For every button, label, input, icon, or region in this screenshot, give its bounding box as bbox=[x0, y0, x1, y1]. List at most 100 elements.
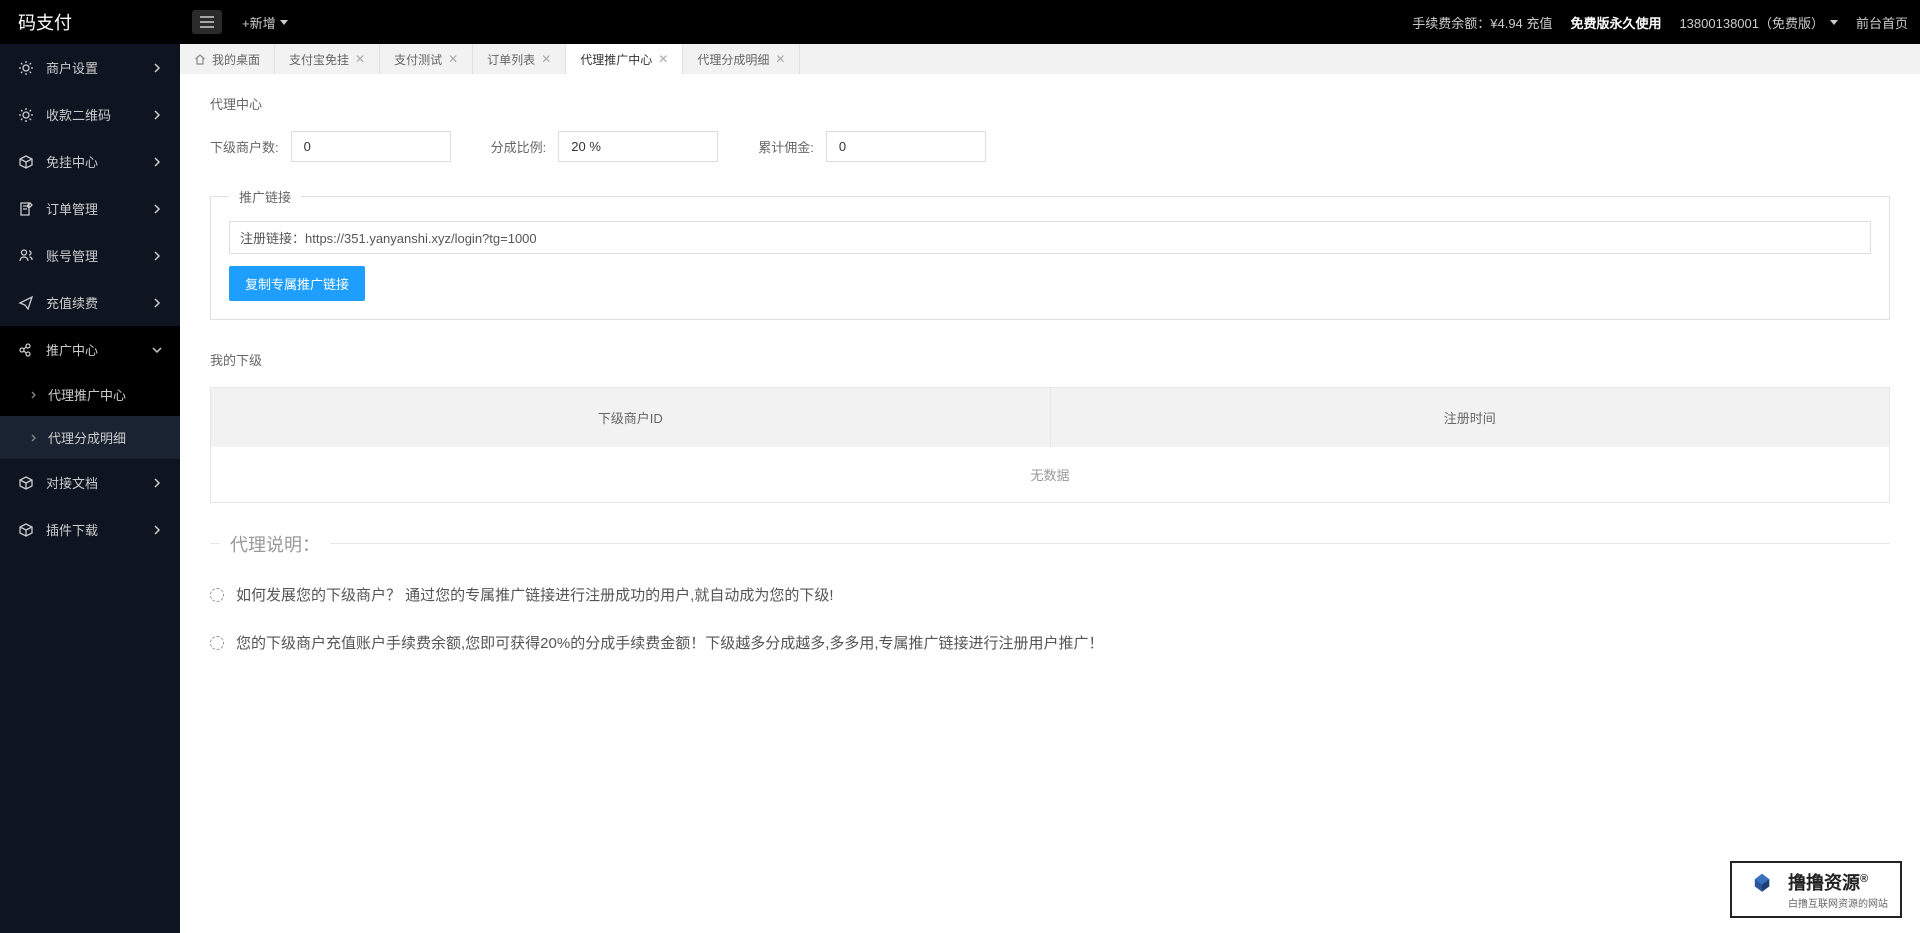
sidebar-item[interactable]: 收款二维码 bbox=[0, 91, 180, 138]
chevron-right-icon bbox=[30, 391, 38, 399]
sidebar-item-label: 推广中心 bbox=[46, 340, 98, 359]
main-area: +新增 手续费余额：¥4.94 充值 免费版永久使用 13800138001（免… bbox=[180, 0, 1920, 933]
sidebar-subitem-label: 代理分成明细 bbox=[48, 428, 126, 447]
recharge-link[interactable]: 充值 bbox=[1526, 16, 1552, 31]
sidebar-item[interactable]: 免挂中心 bbox=[0, 138, 180, 185]
tab[interactable]: 订单列表 ✕ bbox=[473, 44, 566, 74]
sidebar-item-label: 对接文档 bbox=[46, 473, 98, 492]
tab-bar: 我的桌面支付宝免挂✕支付测试✕订单列表✕代理推广中心✕代理分成明细✕ bbox=[180, 44, 1920, 74]
section-title-agent: 代理中心 bbox=[210, 94, 1890, 113]
cube-icon bbox=[18, 522, 34, 538]
home-icon bbox=[194, 53, 206, 65]
tab[interactable]: 代理分成明细 ✕ bbox=[683, 44, 800, 74]
promo-link-input[interactable] bbox=[229, 221, 1871, 254]
watermark: 撸撸资源® 白撸互联网资源的网站 bbox=[1730, 861, 1902, 918]
description-item: 如何发展您的下级商户？ 通过您的专属推广链接进行注册成功的用户,就自动成为您的下… bbox=[210, 572, 1890, 620]
tab[interactable]: 支付测试✕ bbox=[380, 44, 473, 74]
chevron-icon bbox=[152, 63, 162, 73]
chevron-icon bbox=[152, 204, 162, 214]
sidebar-item-label: 收款二维码 bbox=[46, 105, 111, 124]
caret-down-icon bbox=[1830, 20, 1838, 25]
app-logo: 码支付 bbox=[0, 0, 180, 44]
sidebar-item[interactable]: 对接文档 bbox=[0, 459, 180, 506]
description-list: 如何发展您的下级商户？ 通过您的专属推广链接进行注册成功的用户,就自动成为您的下… bbox=[210, 572, 1890, 668]
sidebar-item-label: 订单管理 bbox=[46, 199, 98, 218]
tab-close-icon[interactable]: ✕ bbox=[658, 52, 668, 66]
version-info: 免费版永久使用 bbox=[1570, 13, 1661, 32]
sidebar-item-label: 充值续费 bbox=[46, 293, 98, 312]
commission-input[interactable] bbox=[826, 131, 986, 162]
description-title: 代理说明： bbox=[220, 531, 330, 557]
bullet-icon bbox=[210, 636, 224, 650]
add-label: +新增 bbox=[242, 13, 276, 32]
ratio-label: 分成比例: bbox=[491, 137, 547, 156]
tab-label: 代理分成明细 bbox=[697, 51, 769, 68]
user-phone: 13800138001（免费版） bbox=[1679, 13, 1824, 32]
sidebar-item-label: 免挂中心 bbox=[46, 152, 98, 171]
share-icon bbox=[18, 342, 34, 358]
chevron-icon bbox=[152, 251, 162, 261]
cube-icon bbox=[18, 475, 34, 491]
bullet-icon bbox=[210, 588, 224, 602]
content-area: 代理中心 下级商户数: 分成比例: 累计佣金: 推广链接 复制专属推广链接 bbox=[180, 74, 1920, 933]
sidebar: 码支付 商户设置收款二维码免挂中心订单管理账号管理充值续费推广中心代理推广中心代… bbox=[0, 0, 180, 933]
sidebar-item-label: 账号管理 bbox=[46, 246, 98, 265]
chevron-icon bbox=[152, 110, 162, 120]
frontend-link[interactable]: 前台首页 bbox=[1856, 13, 1908, 32]
sidebar-subitem-label: 代理推广中心 bbox=[48, 385, 126, 404]
tab-label: 我的桌面 bbox=[212, 51, 260, 68]
tab[interactable]: 支付宝免挂 ✕ bbox=[275, 44, 380, 74]
sidebar-item[interactable]: 商户设置 bbox=[0, 44, 180, 91]
merchant-count-input[interactable] bbox=[291, 131, 451, 162]
chevron-icon bbox=[152, 157, 162, 167]
cube-icon bbox=[18, 154, 34, 170]
sidebar-item[interactable]: 订单管理 bbox=[0, 185, 180, 232]
tab-label: 订单列表 bbox=[487, 51, 535, 68]
menu-toggle-button[interactable] bbox=[192, 10, 222, 34]
description-text: 您的下级商户充值账户手续费余额,您即可获得20%的分成手续费金额！下级越多分成越… bbox=[236, 632, 1104, 656]
table-header-time: 注册时间 bbox=[1051, 388, 1890, 447]
table-header-id: 下级商户ID bbox=[211, 388, 1051, 447]
tab-close-icon[interactable]: ✕ bbox=[775, 52, 785, 66]
sidebar-item[interactable]: 推广中心 bbox=[0, 326, 180, 373]
sidebar-item[interactable]: 插件下载 bbox=[0, 506, 180, 553]
tab-label: 支付宝免挂 bbox=[289, 51, 349, 68]
sidebar-item[interactable]: 账号管理 bbox=[0, 232, 180, 279]
sidebar-menu: 商户设置收款二维码免挂中心订单管理账号管理充值续费推广中心代理推广中心代理分成明… bbox=[0, 44, 180, 933]
merchant-count-label: 下级商户数: bbox=[210, 137, 279, 156]
subordinates-table: 下级商户ID 注册时间 无数据 bbox=[210, 387, 1890, 503]
section-title-subordinates: 我的下级 bbox=[210, 350, 1890, 369]
watermark-logo-icon bbox=[1744, 872, 1780, 908]
user-dropdown[interactable]: 13800138001（免费版） bbox=[1679, 13, 1838, 32]
tab-close-icon[interactable]: ✕ bbox=[355, 52, 365, 66]
caret-down-icon bbox=[280, 20, 288, 25]
description-item: 您的下级商户充值账户手续费余额,您即可获得20%的分成手续费金额！下级越多分成越… bbox=[210, 620, 1890, 668]
copy-link-button[interactable]: 复制专属推广链接 bbox=[229, 266, 365, 301]
description-section: 代理说明： 如何发展您的下级商户？ 通过您的专属推广链接进行注册成功的用户,就自… bbox=[210, 543, 1890, 668]
hamburger-icon bbox=[200, 16, 214, 28]
add-new-button[interactable]: +新增 bbox=[242, 13, 288, 32]
gear-icon bbox=[18, 60, 34, 76]
tab-label: 代理推广中心 bbox=[580, 51, 652, 68]
sidebar-item-label: 商户设置 bbox=[46, 58, 98, 77]
topbar: +新增 手续费余额：¥4.94 充值 免费版永久使用 13800138001（免… bbox=[180, 0, 1920, 44]
sidebar-subitem[interactable]: 代理分成明细 bbox=[0, 416, 180, 459]
table-empty: 无数据 bbox=[211, 447, 1889, 502]
commission-label: 累计佣金: bbox=[758, 137, 814, 156]
promo-fieldset: 推广链接 复制专属推广链接 bbox=[210, 187, 1890, 320]
chevron-icon bbox=[152, 298, 162, 308]
ratio-input[interactable] bbox=[558, 131, 718, 162]
promo-legend: 推广链接 bbox=[229, 187, 301, 206]
edit-icon bbox=[18, 201, 34, 217]
tab[interactable]: 我的桌面 bbox=[180, 44, 275, 74]
tab-close-icon[interactable]: ✕ bbox=[448, 52, 458, 66]
gear-icon bbox=[18, 107, 34, 123]
sidebar-item[interactable]: 充值续费 bbox=[0, 279, 180, 326]
sidebar-item-label: 插件下载 bbox=[46, 520, 98, 539]
tab-close-icon[interactable]: ✕ bbox=[541, 52, 551, 66]
sidebar-subitem[interactable]: 代理推广中心 bbox=[0, 373, 180, 416]
send-icon bbox=[18, 295, 34, 311]
tab[interactable]: 代理推广中心 ✕ bbox=[566, 44, 683, 74]
description-text: 如何发展您的下级商户？ 通过您的专属推广链接进行注册成功的用户,就自动成为您的下… bbox=[236, 584, 834, 608]
balance-text: 手续费余额：¥4.94 充值 bbox=[1412, 13, 1552, 32]
